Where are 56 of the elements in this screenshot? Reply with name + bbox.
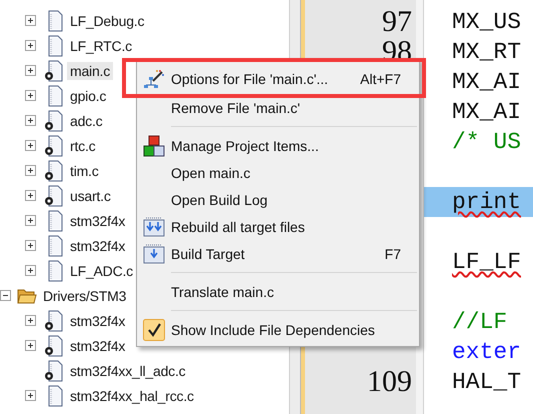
file-label[interactable]: LF_Debug.c xyxy=(67,12,148,30)
menu-item[interactable]: Build Target F7 xyxy=(137,240,419,267)
code-text: MX_AI xyxy=(452,98,522,126)
file-label[interactable]: rtc.c xyxy=(67,136,98,154)
menu-item[interactable]: Manage Project Items... xyxy=(137,132,419,159)
file-label[interactable]: main.c xyxy=(67,62,114,80)
folder-label[interactable]: Drivers/STM3 xyxy=(40,286,130,304)
file-label[interactable]: adc.c xyxy=(67,112,106,130)
menu-item[interactable]: Options for File 'main.c'... Alt+F7 xyxy=(137,65,419,93)
file-label[interactable]: stm32f4x xyxy=(67,236,128,254)
menu-item[interactable]: Translate main.c xyxy=(137,278,419,305)
file-label[interactable]: usart.c xyxy=(67,186,114,204)
collapse-icon[interactable] xyxy=(0,290,11,301)
code-text: //LF xyxy=(452,308,508,336)
file-label[interactable]: LF_RTC.c xyxy=(67,36,135,54)
file-label[interactable]: gpio.c xyxy=(67,86,110,104)
menu-item[interactable]: Open main.c xyxy=(137,159,419,186)
expand-icon[interactable] xyxy=(25,165,36,176)
code-text: LF_LF xyxy=(452,248,522,276)
expand-icon[interactable] xyxy=(25,65,36,76)
expand-icon[interactable] xyxy=(25,15,36,26)
code-text: exter xyxy=(452,338,522,366)
code-text: MX_AI xyxy=(452,68,522,96)
menu-item[interactable]: Remove File 'main.c' xyxy=(137,94,419,121)
expand-icon[interactable] xyxy=(25,315,36,326)
file-label[interactable]: tim.c xyxy=(67,162,102,180)
menu-item[interactable]: Open Build Log xyxy=(137,186,419,213)
file-label[interactable]: stm32f4xx_hal_rcc.c xyxy=(67,386,197,404)
line-number: 97 xyxy=(382,7,412,37)
expand-icon[interactable] xyxy=(25,115,36,126)
down-arrows-icon xyxy=(143,216,165,236)
blocks-icon xyxy=(143,134,165,156)
expand-icon[interactable] xyxy=(25,140,36,151)
code-text: MX_US xyxy=(452,8,522,36)
expand-icon[interactable] xyxy=(25,40,36,51)
expand-icon[interactable] xyxy=(25,215,36,226)
file-label[interactable]: stm32f4x xyxy=(67,336,128,354)
file-label[interactable]: stm32f4x xyxy=(67,212,128,230)
menu-item[interactable]: Rebuild all target files xyxy=(137,213,419,240)
code-text: HAL_T xyxy=(452,368,522,396)
expand-icon[interactable] xyxy=(25,190,36,201)
code-text: print xyxy=(452,188,522,216)
expand-icon[interactable] xyxy=(25,265,36,276)
code-text: MX_RT xyxy=(452,38,522,66)
line-number: 109 xyxy=(367,367,412,397)
code-text: /* US xyxy=(452,128,522,156)
expand-icon[interactable] xyxy=(25,390,36,401)
folder-icon xyxy=(17,288,37,304)
file-label[interactable]: LF_ADC.c xyxy=(67,262,136,280)
wand-icon xyxy=(143,69,165,89)
file-label[interactable]: stm32f4xx_ll_adc.c xyxy=(67,362,188,380)
expand-icon[interactable] xyxy=(25,90,36,101)
expand-icon[interactable] xyxy=(25,340,36,351)
expand-icon[interactable] xyxy=(25,240,36,251)
file-label[interactable]: stm32f4x xyxy=(67,312,128,330)
menu-item[interactable]: Show Include File Dependencies xyxy=(137,316,419,343)
